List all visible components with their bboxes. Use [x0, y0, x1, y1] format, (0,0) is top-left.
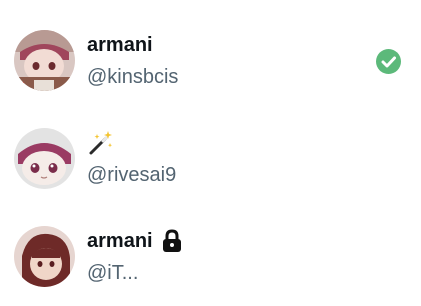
display-name[interactable]: armani: [87, 228, 183, 254]
user-row[interactable]: armani @kinsbcis: [0, 12, 421, 110]
user-handle[interactable]: @kinsbcis: [87, 64, 178, 90]
display-name-text: armani: [87, 230, 153, 252]
avatar[interactable]: [14, 128, 75, 189]
display-name-text: armani: [87, 34, 153, 56]
lock-emoji: [162, 229, 181, 252]
magic-wand-emoji: [89, 131, 112, 155]
user-handle[interactable]: @iT...: [87, 260, 138, 286]
user-handle[interactable]: @rivesai9: [87, 162, 176, 188]
user-row[interactable]: armani @iT...: [0, 208, 421, 306]
display-name[interactable]: armani: [87, 32, 153, 58]
verified-check-icon: [376, 49, 401, 74]
user-list: armani @kinsbcis @rivesai9 armani @iT...: [0, 0, 421, 287]
avatar[interactable]: [14, 30, 75, 91]
user-row[interactable]: @rivesai9: [0, 110, 421, 208]
avatar[interactable]: [14, 226, 75, 287]
